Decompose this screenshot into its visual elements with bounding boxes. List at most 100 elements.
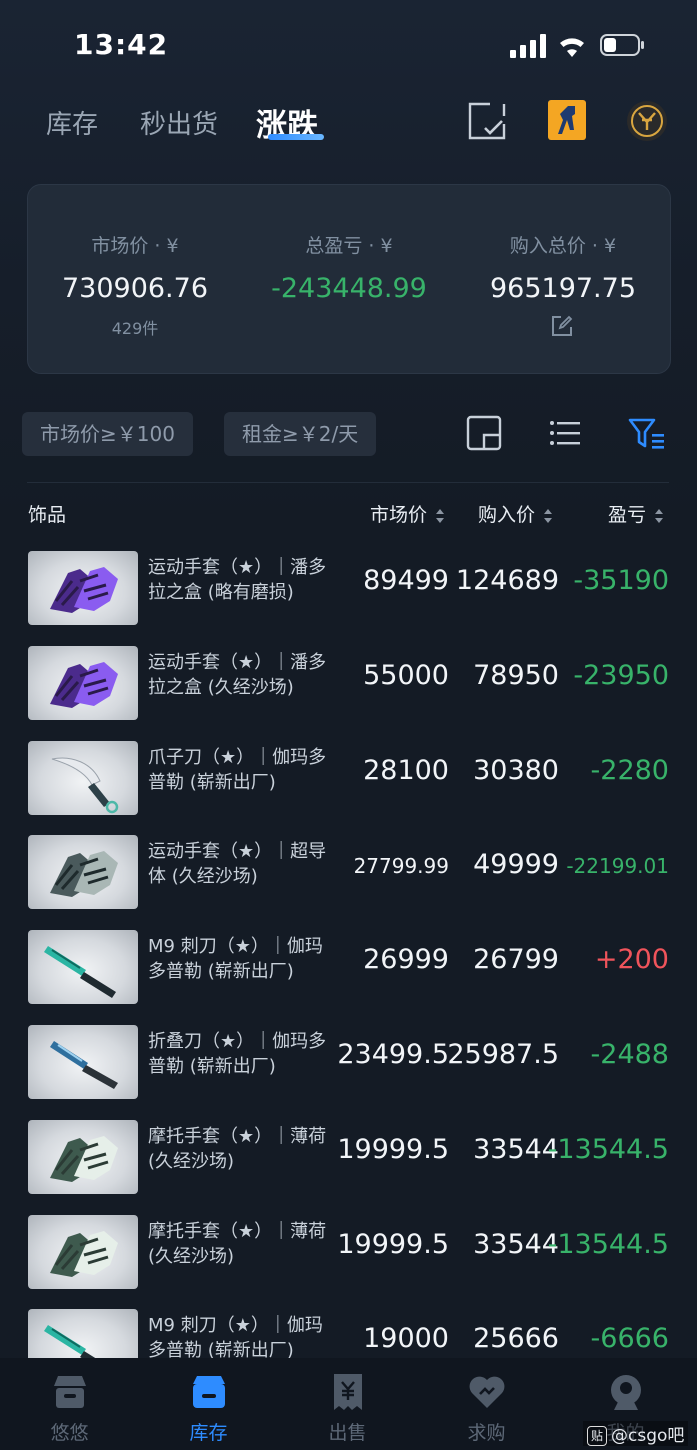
profit-loss: -6666 bbox=[590, 1323, 669, 1355]
item-thumbnail bbox=[28, 740, 138, 815]
item-name: M9 刺刀（★）｜伽玛多普勒 (崭新出厂) bbox=[148, 1315, 323, 1362]
market-value: 730906.76 bbox=[61, 273, 208, 304]
nav-inventory[interactable]: 库存 bbox=[139, 1358, 278, 1450]
filter-chip-market-price[interactable]: 市场价≥￥100 bbox=[22, 412, 193, 456]
table-row[interactable]: 摩托手套（★）｜薄荷 (久经沙场) 19999.5 33544 -13544.5 bbox=[0, 1214, 697, 1310]
table-row[interactable]: 运动手套（★）｜潘多拉之盒 (略有磨损) 89499 124689 -35190 bbox=[0, 551, 697, 646]
nav-label: 出售 bbox=[328, 1422, 367, 1444]
tab-inventory[interactable]: 库存 bbox=[46, 104, 98, 141]
profit-loss: -22199.01 bbox=[566, 854, 669, 879]
market-price: 23499.5 bbox=[337, 1039, 449, 1070]
watermark-text: @csgo吧 bbox=[611, 1426, 685, 1446]
market-price: 19999.5 bbox=[337, 1228, 449, 1260]
inventory-icon bbox=[192, 1376, 225, 1408]
item-name: 运动手套（★）｜超导体 (久经沙场) bbox=[148, 841, 327, 888]
item-name: 摩托手套（★）｜薄荷 (久经沙场) bbox=[148, 1220, 327, 1267]
profit-loss: +200 bbox=[594, 944, 669, 976]
market-price: 55000 bbox=[363, 659, 449, 691]
profit-loss: -2488 bbox=[590, 1039, 669, 1070]
nav-label: 库存 bbox=[189, 1422, 228, 1444]
buy-price: 78950 bbox=[473, 659, 559, 691]
yy-coin-icon[interactable] bbox=[626, 100, 668, 142]
wish-icon bbox=[469, 1376, 504, 1408]
nav-store[interactable]: 悠悠 bbox=[0, 1358, 139, 1450]
table-row[interactable]: 爪子刀（★）｜伽玛多普勒 (崭新出厂) 28100 30380 -2280 bbox=[0, 740, 697, 836]
edit-icon[interactable] bbox=[551, 315, 573, 337]
profit-loss: -13544.5 bbox=[547, 1133, 669, 1165]
market-price: 19999.5 bbox=[337, 1133, 449, 1165]
store-icon bbox=[53, 1376, 86, 1408]
item-thumbnail bbox=[28, 551, 138, 625]
sell-icon bbox=[333, 1374, 362, 1410]
market-price: 19000 bbox=[363, 1323, 449, 1355]
buy-price: 49999 bbox=[473, 849, 559, 881]
buy-price: 26799 bbox=[473, 944, 559, 976]
column-header-market-label: 市场价 bbox=[370, 504, 428, 526]
nav-wish[interactable]: 求购 bbox=[417, 1358, 556, 1450]
sort-icon bbox=[436, 508, 445, 523]
table-row[interactable]: 折叠刀（★）｜伽玛多普勒 (崭新出厂) 23499.5 25987.5 -2488 bbox=[0, 1025, 697, 1120]
grid-view-icon[interactable] bbox=[466, 415, 502, 451]
market-price: 26999 bbox=[363, 944, 449, 976]
item-thumbnail bbox=[28, 930, 138, 1005]
battery-icon bbox=[600, 34, 644, 56]
tab-quick-sell[interactable]: 秒出货 bbox=[140, 104, 218, 141]
profit-loss: -35190 bbox=[573, 565, 669, 596]
item-thumbnail bbox=[28, 1025, 138, 1099]
buy-price: 33544 bbox=[473, 1133, 559, 1165]
item-name: 运动手套（★）｜潘多拉之盒 (久经沙场) bbox=[148, 651, 327, 698]
profit-value: -243448.99 bbox=[271, 273, 427, 304]
table-row[interactable]: M9 刺刀（★）｜伽玛多普勒 (崭新出厂) 26999 26799 +200 bbox=[0, 930, 697, 1025]
nav-label: 求购 bbox=[467, 1422, 506, 1444]
item-name: 运动手套（★）｜潘多拉之盒 (略有磨损) bbox=[148, 557, 327, 603]
cost-value: 965197.75 bbox=[489, 273, 636, 304]
watermark: 贴 @csgo吧 bbox=[583, 1421, 689, 1446]
profit-loss: -2280 bbox=[590, 754, 669, 786]
profile-icon bbox=[610, 1375, 641, 1410]
profit-loss: -23950 bbox=[573, 659, 669, 691]
active-tab-indicator bbox=[268, 134, 324, 140]
item-name: M9 刺刀（★）｜伽玛多普勒 (崭新出厂) bbox=[148, 936, 323, 983]
table-row[interactable]: 运动手套（★）｜潘多拉之盒 (久经沙场) 55000 78950 -23950 bbox=[0, 645, 697, 741]
column-header-pl[interactable]: 盈亏 bbox=[608, 500, 664, 527]
column-header-item: 饰品 bbox=[28, 504, 67, 526]
watermark-logo: 贴 bbox=[587, 1426, 607, 1446]
csgo-logo-icon[interactable] bbox=[548, 100, 586, 140]
market-price: 28100 bbox=[363, 754, 449, 786]
filter-icon[interactable] bbox=[628, 418, 666, 450]
filter-chip-rent[interactable]: 租金≥￥2/天 bbox=[224, 412, 377, 456]
cost-label: 购入总价 · ¥ bbox=[509, 235, 617, 257]
column-header-pl-label: 盈亏 bbox=[608, 504, 647, 526]
buy-price: 124689 bbox=[455, 565, 559, 596]
table-row[interactable]: 摩托手套（★）｜薄荷 (久经沙场) 19999.5 33544 -13544.5 bbox=[0, 1119, 697, 1215]
item-thumbnail bbox=[28, 1214, 138, 1289]
nav-label: 悠悠 bbox=[50, 1422, 89, 1444]
select-check-icon[interactable] bbox=[468, 102, 506, 140]
sort-icon bbox=[544, 508, 553, 523]
item-thumbnail bbox=[28, 1119, 138, 1194]
item-name: 爪子刀（★）｜伽玛多普勒 (崭新出厂) bbox=[148, 746, 327, 793]
table-row[interactable]: 运动手套（★）｜超导体 (久经沙场) 27799.99 49999 -22199.01 bbox=[0, 835, 697, 930]
column-header-buy-label: 购入价 bbox=[478, 504, 536, 526]
market-price: 89499 bbox=[363, 565, 449, 596]
summary-card: 市场价 · ¥ 730906.76 429件 总盈亏 · ¥ -243448.9… bbox=[27, 184, 671, 374]
cellular-signal-icon bbox=[510, 34, 546, 58]
profit-label: 总盈亏 · ¥ bbox=[305, 235, 393, 257]
buy-price: 30380 bbox=[473, 754, 559, 786]
sort-icon bbox=[655, 508, 664, 523]
item-name: 折叠刀（★）｜伽玛多普勒 (崭新出厂) bbox=[148, 1031, 327, 1077]
list-view-icon[interactable] bbox=[550, 420, 580, 446]
item-thumbnail bbox=[28, 645, 138, 720]
wifi-icon bbox=[560, 38, 584, 57]
item-thumbnail bbox=[28, 835, 138, 910]
column-header-buy[interactable]: 购入价 bbox=[478, 500, 553, 527]
buy-price: 25666 bbox=[473, 1323, 559, 1355]
divider bbox=[27, 482, 669, 483]
profit-loss: -13544.5 bbox=[547, 1228, 669, 1260]
top-tab-bar: 库存 秒出货 涨跌 bbox=[0, 96, 697, 152]
item-name: 摩托手套（★）｜薄荷 (久经沙场) bbox=[148, 1125, 327, 1172]
column-header-market[interactable]: 市场价 bbox=[370, 500, 445, 527]
nav-sell[interactable]: 出售 bbox=[278, 1358, 417, 1450]
item-count: 429件 bbox=[111, 319, 159, 338]
buy-price: 33544 bbox=[473, 1228, 559, 1260]
